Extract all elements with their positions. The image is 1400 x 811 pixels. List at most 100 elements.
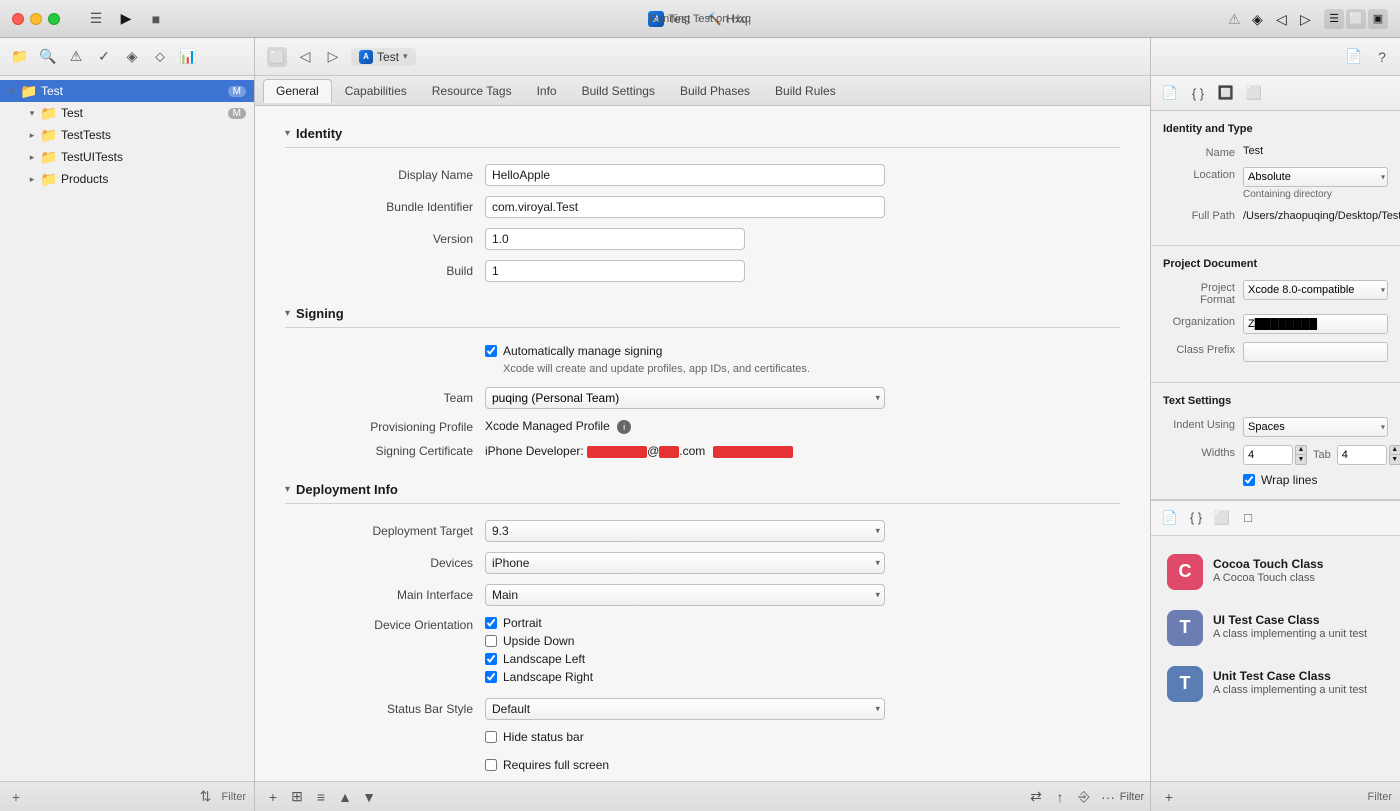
template-unit-test[interactable]: T Unit Test Case Class A class implement…: [1161, 658, 1390, 710]
template-ui-test[interactable]: T UI Test Case Class A class implementin…: [1161, 602, 1390, 654]
display-name-input[interactable]: [485, 164, 885, 186]
rp-help-btn[interactable]: ?: [1372, 47, 1392, 67]
stop-button[interactable]: ■: [144, 7, 168, 31]
link-btn[interactable]: ⎆: [1074, 787, 1094, 807]
tab-build-settings[interactable]: Build Settings: [570, 80, 667, 102]
build-input[interactable]: [485, 260, 745, 282]
sidebar-toggle-btn[interactable]: ☰: [84, 7, 108, 31]
identity-collapse-arrow[interactable]: ▾: [285, 128, 290, 139]
indent-width-up[interactable]: ▲: [1389, 445, 1400, 455]
sidebar-item-test[interactable]: ▾ 📁 Test M: [0, 102, 254, 124]
rp-new-target-icon[interactable]: □: [1237, 507, 1259, 529]
tab-general[interactable]: General: [263, 79, 332, 103]
version-input[interactable]: [485, 228, 745, 250]
rp-class-prefix-input[interactable]: [1243, 342, 1388, 362]
sidebar-item-testuitests[interactable]: ▸ 📁 TestUITests: [0, 146, 254, 168]
rp-tab-identity-icon[interactable]: 🔲: [1215, 82, 1237, 104]
rp-location-control: Absolute ▾ Containing directory: [1243, 167, 1388, 200]
sidebar-item-products[interactable]: ▸ 📁 Products: [0, 168, 254, 190]
breakpoints-icon[interactable]: ◈: [1252, 11, 1268, 27]
rp-new-group-icon[interactable]: ⬜: [1211, 507, 1233, 529]
devices-select[interactable]: iPhone: [485, 552, 885, 574]
indent-width-input[interactable]: [1337, 445, 1387, 465]
sidebar: 📁 🔍 ⚠ ✓ ◈ ⬦ 📊 ▾ 📁 Test M ▾ 📁 Test M: [0, 38, 255, 811]
portrait-checkbox[interactable]: [485, 617, 497, 629]
tab-capabilities[interactable]: Capabilities: [333, 80, 419, 102]
requires-full-screen-checkbox[interactable]: [485, 759, 497, 771]
sidebar-item-test-root[interactable]: ▾ 📁 Test M: [0, 80, 254, 102]
debug-toggle[interactable]: ⬜: [1346, 9, 1366, 29]
tab-width-down[interactable]: ▼: [1295, 455, 1307, 465]
sidebar-tool-debug[interactable]: ◈: [120, 45, 144, 69]
forward-nav-btn[interactable]: ▷: [323, 47, 343, 67]
sidebar-tool-folders[interactable]: 📁: [8, 45, 32, 69]
landscape-right-checkbox[interactable]: [485, 671, 497, 683]
grid-btn[interactable]: ⊞: [287, 787, 307, 807]
rp-new-folder-icon[interactable]: { }: [1185, 507, 1207, 529]
sidebar-tool-tests[interactable]: ✓: [92, 45, 116, 69]
back-nav-btn[interactable]: ◁: [295, 47, 315, 67]
indent-width-down[interactable]: ▼: [1389, 455, 1400, 465]
signing-collapse-arrow[interactable]: ▾: [285, 308, 290, 319]
up-btn[interactable]: ▲: [335, 787, 355, 807]
sidebar-tool-breakpoints[interactable]: ⬦: [148, 45, 172, 69]
signing-section: ▾ Signing Automatically manage signing X…: [285, 306, 1120, 458]
deployment-target-select[interactable]: 9.3: [485, 520, 885, 542]
bar-btn[interactable]: ≡: [311, 787, 331, 807]
rp-tab-localization-icon[interactable]: ⬜: [1243, 82, 1265, 104]
minimize-button[interactable]: [30, 13, 42, 25]
status-bar-select[interactable]: Default: [485, 698, 885, 720]
landscape-left-checkbox[interactable]: [485, 653, 497, 665]
sidebar-collapse-btn[interactable]: ⬜: [267, 47, 287, 67]
target-selector[interactable]: A Test ▾: [351, 48, 416, 66]
hide-status-bar-checkbox[interactable]: [485, 731, 497, 743]
team-select[interactable]: puqing (Personal Team): [485, 387, 885, 409]
tab-width-up[interactable]: ▲: [1295, 445, 1307, 455]
add-file-button[interactable]: +: [8, 789, 24, 805]
auto-manage-checkbox[interactable]: [485, 345, 497, 357]
move-btn[interactable]: ⇄: [1026, 787, 1046, 807]
rp-tab-quick-help-icon[interactable]: { }: [1187, 82, 1209, 104]
rp-fullpath-control: /Users/zhaopuqing/Desktop/Test/Test.xcod…: [1243, 208, 1400, 225]
rp-org-input[interactable]: [1243, 314, 1388, 334]
tab-build-phases[interactable]: Build Phases: [668, 80, 762, 102]
tab-info[interactable]: Info: [525, 80, 569, 102]
tab-width-input[interactable]: [1243, 445, 1293, 465]
warnings-icon[interactable]: ⚠: [1228, 11, 1244, 27]
tab-resource-tags[interactable]: Resource Tags: [420, 80, 524, 102]
rp-location-select[interactable]: Absolute: [1243, 167, 1388, 187]
template-cocoa-touch[interactable]: C Cocoa Touch Class A Cocoa Touch class: [1161, 546, 1390, 598]
rp-add-btn[interactable]: +: [1159, 787, 1179, 807]
rp-new-file-icon[interactable]: 📄: [1159, 507, 1181, 529]
sidebar-tool-issues[interactable]: ⚠: [64, 45, 88, 69]
requires-full-screen-label: Requires full screen: [503, 758, 609, 772]
share-btn[interactable]: ↑: [1050, 787, 1070, 807]
down-btn[interactable]: ▼: [359, 787, 379, 807]
wrap-lines-checkbox[interactable]: [1243, 474, 1255, 486]
sort-button[interactable]: ⇅: [198, 789, 214, 805]
maximize-button[interactable]: [48, 13, 60, 25]
sidebar-tool-search[interactable]: 🔍: [36, 45, 60, 69]
forward-icon[interactable]: ▷: [1300, 11, 1316, 27]
rp-filter-label: Filter: [1368, 791, 1392, 803]
dots-btn[interactable]: ···: [1098, 787, 1118, 807]
deployment-collapse-arrow[interactable]: ▾: [285, 484, 290, 495]
sidebar-tool-reports[interactable]: 📊: [176, 45, 200, 69]
rp-project-format-select[interactable]: Xcode 8.0-compatible: [1243, 280, 1388, 300]
rp-tab-file-icon[interactable]: 📄: [1159, 82, 1181, 104]
inspector-toggle[interactable]: ▣: [1368, 9, 1388, 29]
main-interface-select[interactable]: Main: [485, 584, 885, 606]
upside-down-checkbox[interactable]: [485, 635, 497, 647]
run-button[interactable]: ▶: [114, 7, 138, 31]
navigator-toggle[interactable]: ☰: [1324, 9, 1344, 29]
bundle-id-input[interactable]: [485, 196, 885, 218]
rp-indent-using-select[interactable]: Spaces: [1243, 417, 1388, 437]
rp-file-btn[interactable]: 📄: [1344, 47, 1364, 67]
back-icon[interactable]: ◁: [1276, 11, 1292, 27]
tab-build-rules[interactable]: Build Rules: [763, 80, 848, 102]
sidebar-item-testtests[interactable]: ▸ 📁 TestTests: [0, 124, 254, 146]
close-button[interactable]: [12, 13, 24, 25]
auto-manage-label: Automatically manage signing: [503, 344, 662, 358]
add-btn[interactable]: +: [263, 787, 283, 807]
info-icon[interactable]: i: [617, 420, 631, 434]
